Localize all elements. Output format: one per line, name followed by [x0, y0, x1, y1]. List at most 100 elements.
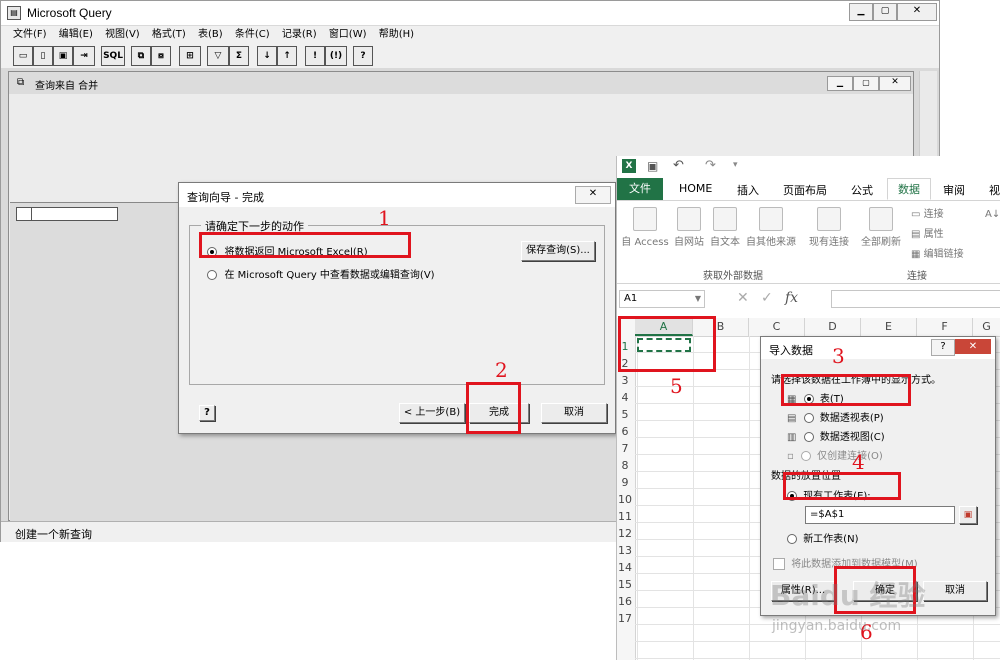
- option-connection-only[interactable]: ▫ 仅创建连接(O): [787, 447, 883, 462]
- show-tables-icon[interactable]: ⧉: [131, 46, 151, 66]
- back-button[interactable]: < 上一步(B): [399, 403, 465, 423]
- formula-input[interactable]: [831, 290, 1000, 308]
- conn-edit-links[interactable]: ▦ 编辑链接: [911, 245, 964, 260]
- import-cancel-button[interactable]: 取消: [923, 581, 987, 601]
- customize-qat-icon[interactable]: ▾: [733, 160, 738, 170]
- menu-window[interactable]: 窗口(W): [329, 29, 367, 40]
- col-header-d[interactable]: D: [805, 318, 861, 336]
- add-tables-icon[interactable]: ⊞: [179, 46, 201, 66]
- tab-page-layout[interactable]: 页面布局: [783, 182, 827, 198]
- row-header[interactable]: 16: [617, 595, 633, 608]
- import-help-icon[interactable]: ?: [931, 339, 955, 356]
- filter-icon[interactable]: ▽: [207, 46, 229, 66]
- confirm-entry-icon[interactable]: ✓: [761, 290, 773, 306]
- redo-icon[interactable]: ↷: [705, 158, 716, 173]
- name-box[interactable]: A1 ▼: [619, 290, 705, 308]
- row-header[interactable]: 14: [617, 561, 633, 574]
- auto-query-icon[interactable]: (!): [325, 46, 347, 66]
- wizard-help-icon[interactable]: ?: [199, 405, 215, 421]
- row-header[interactable]: 11: [617, 510, 633, 523]
- conn-properties[interactable]: ▤ 属性: [911, 225, 944, 240]
- option-pivot-table[interactable]: ▤ 数据透视表(P): [787, 409, 884, 424]
- pivot-table-radio[interactable]: [803, 413, 814, 423]
- row-header[interactable]: 13: [617, 544, 633, 557]
- menu-file[interactable]: 文件(F): [13, 29, 47, 40]
- row-header[interactable]: 15: [617, 578, 633, 591]
- menu-format[interactable]: 格式(T): [152, 29, 186, 40]
- col-header-g[interactable]: G: [973, 318, 1000, 336]
- sum-button[interactable]: Σ: [229, 46, 249, 66]
- child-minimize-icon[interactable]: ▁: [827, 76, 853, 91]
- col-header-e[interactable]: E: [861, 318, 917, 336]
- sort-asc-icon[interactable]: ↓: [257, 46, 277, 66]
- import-close-icon[interactable]: ✕: [955, 339, 991, 354]
- new-query-icon[interactable]: ▭: [13, 46, 33, 66]
- menu-help[interactable]: 帮助(H): [379, 29, 414, 40]
- row-header[interactable]: 12: [617, 527, 633, 540]
- range-input[interactable]: =$A$1: [805, 506, 955, 524]
- wizard-cancel-button[interactable]: 取消: [541, 403, 607, 423]
- from-other-sources-button[interactable]: 自其他来源: [743, 207, 799, 248]
- return-data-icon[interactable]: ⇥: [73, 46, 95, 66]
- col-header-c[interactable]: C: [749, 318, 805, 336]
- insert-function-icon[interactable]: fx: [785, 290, 798, 306]
- help-button[interactable]: ?: [353, 46, 373, 66]
- save-icon[interactable]: ▣: [53, 46, 73, 66]
- sort-desc-icon[interactable]: ↑: [277, 46, 297, 66]
- sort-icon[interactable]: A↓: [985, 209, 1000, 220]
- save-icon[interactable]: ▣: [647, 159, 658, 173]
- from-web-button[interactable]: 自网站: [671, 207, 707, 248]
- pivot-table-icon: ▤: [787, 413, 797, 424]
- from-text-button[interactable]: 自文本: [707, 207, 743, 248]
- child-close-icon[interactable]: ✕: [879, 76, 911, 91]
- menu-table[interactable]: 表(B): [198, 29, 223, 40]
- tab-review[interactable]: 审阅: [943, 182, 965, 198]
- maximize-icon[interactable]: ▢: [873, 3, 897, 21]
- menu-view[interactable]: 视图(V): [105, 29, 140, 40]
- menu-edit[interactable]: 编辑(E): [59, 29, 93, 40]
- sql-button[interactable]: SQL: [101, 46, 125, 66]
- option-new-sheet[interactable]: 新工作表(N): [787, 530, 858, 545]
- menu-records[interactable]: 记录(R): [282, 29, 317, 40]
- from-access-button[interactable]: 自 Access: [619, 207, 671, 248]
- tab-file[interactable]: 文件: [617, 178, 663, 200]
- row-header[interactable]: 10: [617, 493, 633, 506]
- option-view-in-query[interactable]: 在 Microsoft Query 中查看数据或编辑查询(V): [207, 266, 435, 281]
- row-header[interactable]: 9: [617, 476, 633, 489]
- tab-data[interactable]: 数据: [887, 178, 931, 200]
- tab-home[interactable]: HOME: [679, 182, 712, 195]
- row-header[interactable]: 6: [617, 425, 633, 438]
- undo-icon[interactable]: ↶: [673, 158, 684, 173]
- wizard-close-icon[interactable]: ✕: [575, 186, 611, 204]
- minimize-icon[interactable]: ▁: [849, 3, 873, 21]
- tab-insert[interactable]: 插入: [737, 182, 759, 198]
- open-icon[interactable]: ▯: [33, 46, 53, 66]
- row-header[interactable]: 3: [617, 374, 633, 387]
- cancel-entry-icon[interactable]: ✕: [737, 290, 749, 306]
- existing-connections-button[interactable]: 现有连接: [807, 207, 851, 248]
- save-query-button[interactable]: 保存查询(S)...: [521, 241, 595, 261]
- row-header[interactable]: 8: [617, 459, 633, 472]
- show-criteria-icon[interactable]: ⧇: [151, 46, 171, 66]
- tab-formulas[interactable]: 公式: [851, 182, 873, 198]
- option-pivot-chart[interactable]: ▥ 数据透视图(C): [787, 428, 885, 443]
- tab-view[interactable]: 视: [989, 182, 1000, 198]
- refresh-all-button[interactable]: 全部刷新: [859, 207, 903, 248]
- collapse-range-icon[interactable]: ▣: [959, 506, 977, 524]
- view-radio[interactable]: [207, 270, 217, 280]
- row-header[interactable]: 4: [617, 391, 633, 404]
- row-header[interactable]: 17: [617, 612, 633, 625]
- connection-only-radio[interactable]: [800, 451, 811, 461]
- new-sheet-radio[interactable]: [787, 534, 797, 544]
- row-header[interactable]: 7: [617, 442, 633, 455]
- row-header[interactable]: 5: [617, 408, 633, 421]
- child-maximize-icon[interactable]: ▢: [853, 76, 879, 91]
- checkbox-box[interactable]: [773, 558, 785, 570]
- menu-criteria[interactable]: 条件(C): [235, 29, 270, 40]
- conn-connections[interactable]: ▭ 连接: [911, 205, 944, 220]
- query-now-button[interactable]: !: [305, 46, 325, 66]
- close-icon[interactable]: ✕: [897, 3, 937, 21]
- col-header-f[interactable]: F: [917, 318, 973, 336]
- namebox-dropdown-icon[interactable]: ▼: [695, 291, 701, 307]
- pivot-chart-radio[interactable]: [803, 432, 814, 442]
